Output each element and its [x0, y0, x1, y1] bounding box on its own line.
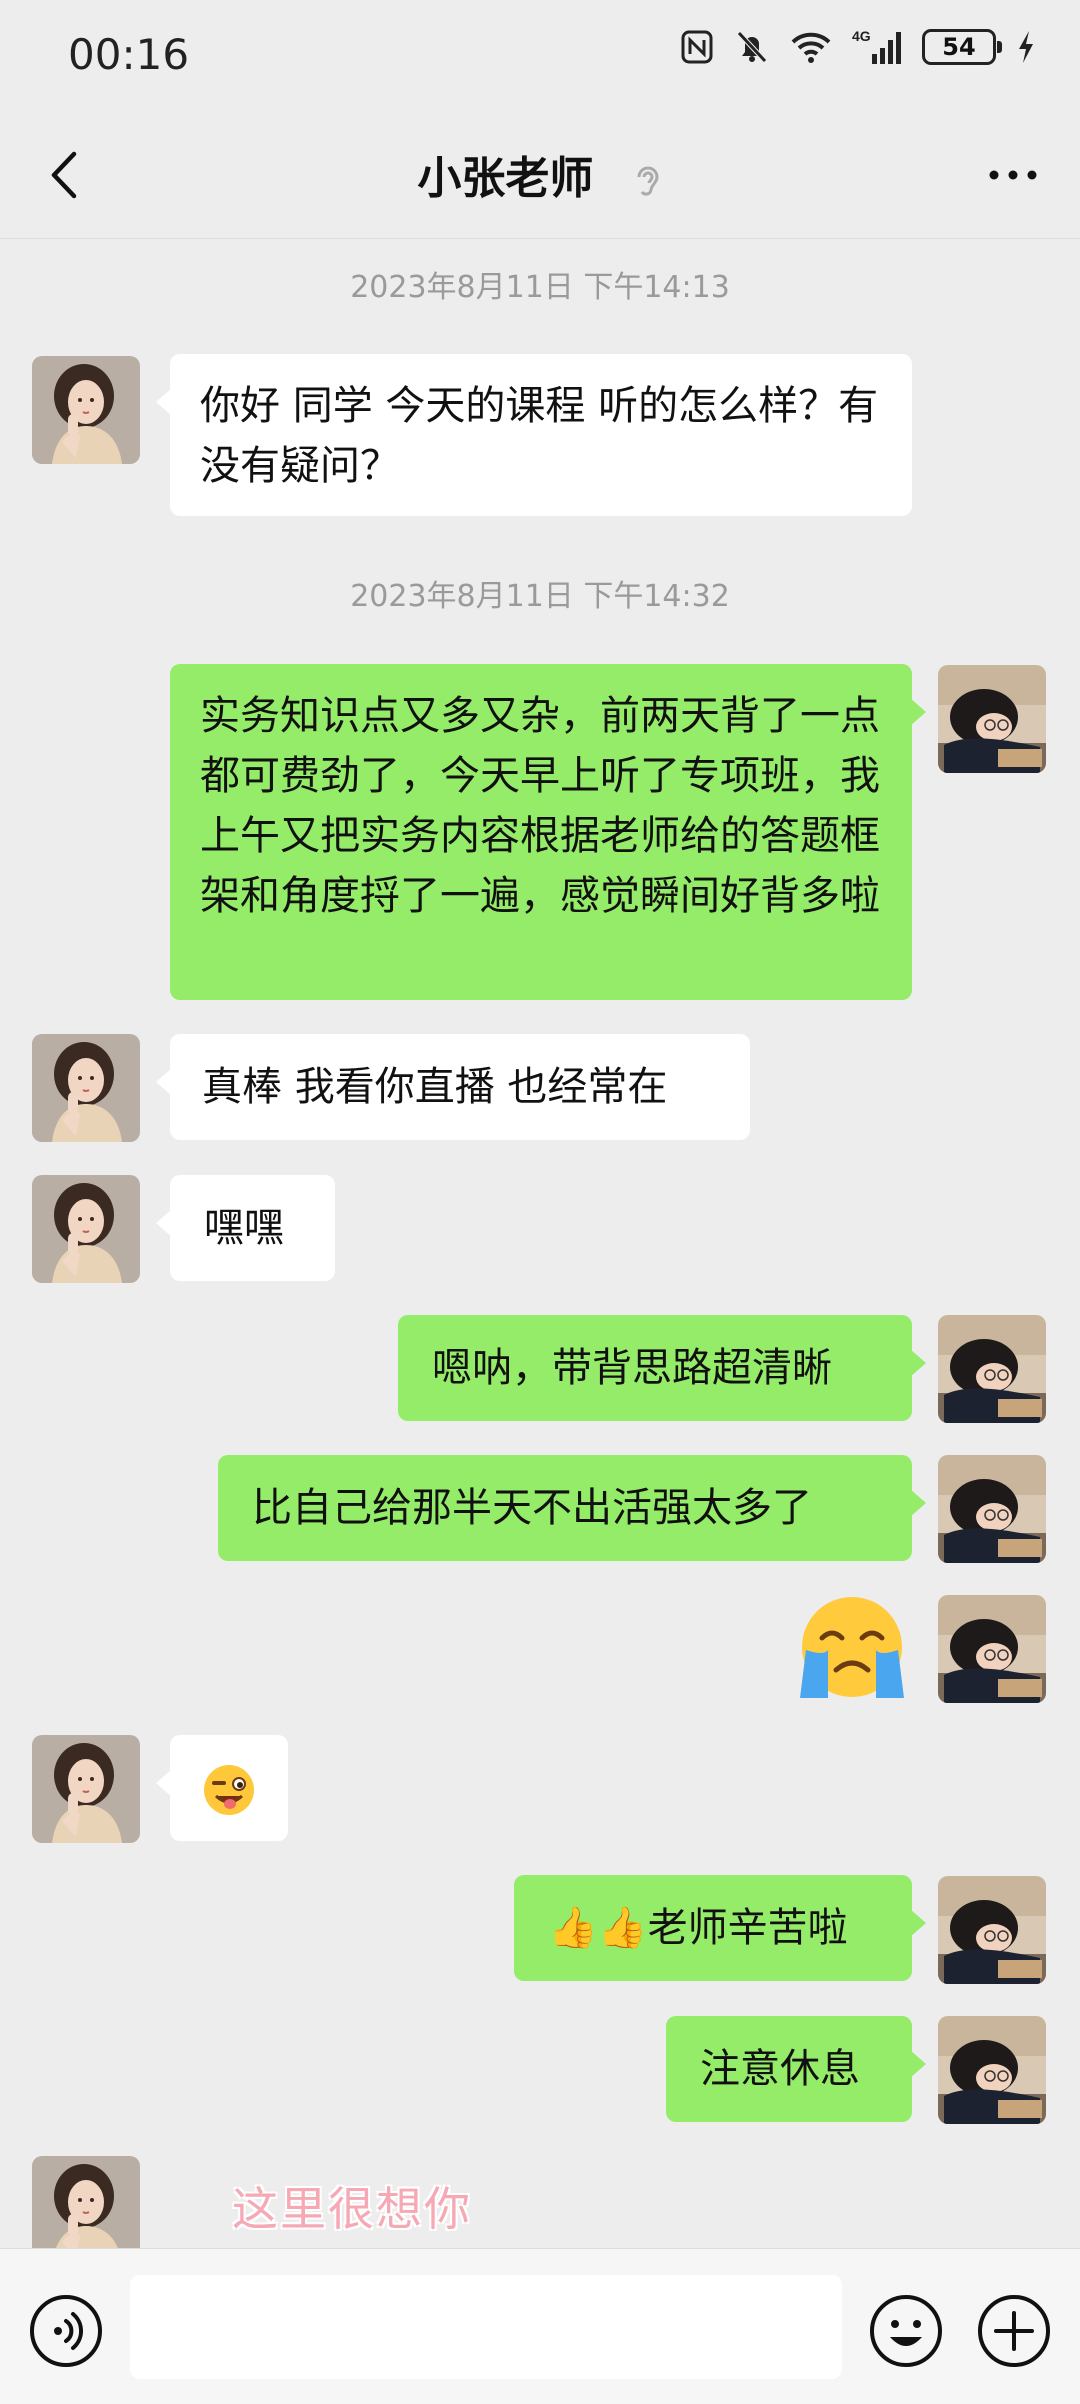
my-avatar[interactable]	[938, 2016, 1046, 2124]
outgoing-message-bubble[interactable]: 注意休息	[666, 2016, 926, 2122]
sticker-message[interactable]: 这里很想你	[232, 2173, 472, 2239]
incoming-message-bubble[interactable]	[156, 1735, 288, 1841]
message-list[interactable]: 2023年8月11日 下午14:13 你好 同学 今天的课程 听的怎么样？有没有…	[0, 238, 1080, 2248]
contact-avatar[interactable]	[32, 1735, 140, 1843]
outgoing-message-bubble[interactable]: 👍👍老师辛苦啦	[514, 1875, 926, 1981]
contact-name: 小张老师	[417, 153, 594, 204]
contact-avatar[interactable]	[32, 1175, 140, 1283]
contact-avatar[interactable]	[32, 356, 140, 464]
status-time: 00:16	[68, 30, 190, 79]
message-timestamp: 2023年8月11日 下午14:32	[350, 579, 730, 614]
status-icons: 4G 54	[680, 28, 1036, 66]
my-avatar[interactable]	[938, 1315, 1046, 1423]
my-avatar[interactable]	[938, 1455, 1046, 1563]
outgoing-message-bubble[interactable]: 比自己给那半天不出活强太多了	[218, 1455, 926, 1561]
incoming-message-bubble[interactable]: 嘿嘿	[156, 1175, 335, 1281]
emoji-icon[interactable]	[868, 2293, 944, 2369]
contact-avatar[interactable]	[32, 2156, 140, 2248]
outgoing-message-bubble[interactable]: 实务知识点又多又杂，前两天背了一点都可费劲了，今天早上听了专项班，我上午又把实务…	[170, 664, 926, 1000]
message-timestamp: 2023年8月11日 下午14:13	[350, 270, 730, 305]
more-functions-icon[interactable]	[976, 2293, 1052, 2369]
incoming-message-bubble[interactable]: 你好 同学 今天的课程 听的怎么样？有没有疑问？	[156, 354, 912, 516]
battery-indicator: 54	[922, 29, 1002, 65]
svg-text:4G: 4G	[852, 28, 871, 44]
my-avatar[interactable]	[938, 1876, 1046, 1984]
outgoing-message-bubble[interactable]: 嗯呐，带背思路超清晰	[398, 1315, 926, 1421]
crying-face-emoji[interactable]	[792, 1594, 910, 1700]
wifi-icon	[791, 32, 831, 63]
chat-title: 小张老师	[0, 142, 1080, 206]
my-avatar[interactable]	[938, 1595, 1046, 1703]
earpiece-mode-icon	[637, 166, 659, 196]
mute-bell-icon	[737, 31, 767, 63]
charging-icon	[1019, 31, 1033, 63]
winking-face-emoji	[204, 1765, 254, 1815]
signal-4g-icon: 4G	[852, 28, 901, 64]
more-icon[interactable]	[980, 150, 1046, 200]
incoming-message-bubble[interactable]: 真棒 我看你直播 也经常在	[156, 1034, 750, 1140]
message-input[interactable]	[130, 2275, 842, 2379]
contact-avatar[interactable]	[32, 1034, 140, 1142]
my-avatar[interactable]	[938, 665, 1046, 773]
voice-input-icon[interactable]	[28, 2293, 104, 2369]
input-bar	[0, 2248, 1080, 2404]
nav-bar: 小张老师	[0, 112, 1080, 239]
nfc-icon	[681, 30, 713, 64]
status-bar: 00:16 4G 54	[0, 0, 1080, 112]
